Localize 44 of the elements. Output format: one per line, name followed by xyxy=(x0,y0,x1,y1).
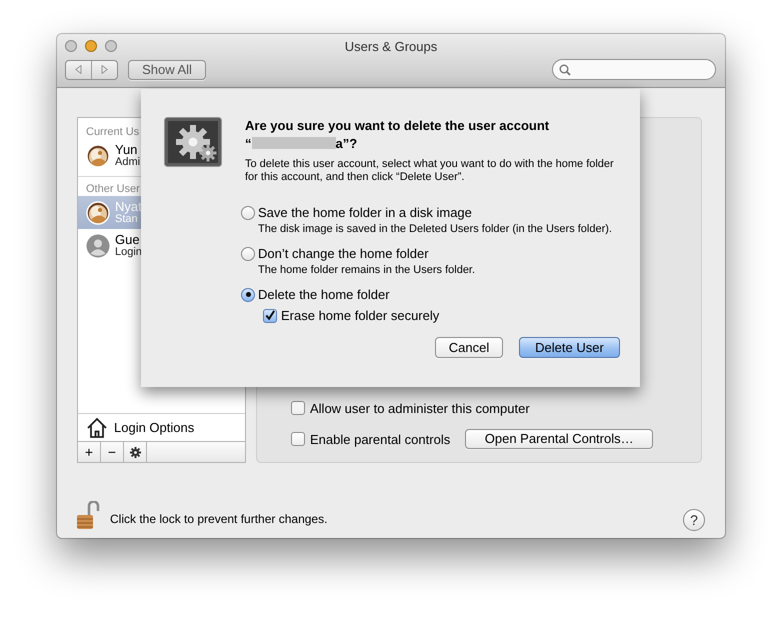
user-name: Gue xyxy=(115,232,141,246)
dialog-message: To delete this user account, select what you want to do with the home folder for this account, and then click “Delete User”. xyxy=(245,158,615,184)
user-role: Stan xyxy=(115,212,138,226)
login-options-label: Login Options xyxy=(114,420,194,435)
dialog-button[interactable]: Delete User xyxy=(519,337,620,358)
help-button[interactable]: ? xyxy=(683,509,705,531)
option-label: Delete the home folder xyxy=(258,287,390,302)
option-label: Don’t change the home folder xyxy=(258,246,429,261)
user-name: Nyat xyxy=(115,200,142,212)
open-parental-controls-button[interactable]: Open Parental Controls… xyxy=(465,429,654,449)
checkbox-label: Enable parental controls xyxy=(310,432,450,446)
option-description: The disk image is saved in the Deleted Users folder (in the Users folder). xyxy=(258,223,613,236)
show-all-button[interactable]: Show All xyxy=(128,60,206,80)
radio-button[interactable] xyxy=(241,206,255,220)
option-description: The home folder remains in the Users folder. xyxy=(258,264,476,277)
add-button[interactable]: + xyxy=(78,442,101,462)
remove-button[interactable]: − xyxy=(101,442,124,462)
radio-button[interactable] xyxy=(241,246,255,260)
dialog-button[interactable]: Cancel xyxy=(435,337,503,358)
open-lock-icon[interactable] xyxy=(76,501,100,531)
forward-icon xyxy=(101,65,108,74)
checkbox[interactable] xyxy=(291,432,305,446)
checkbox[interactable] xyxy=(263,308,277,322)
search-field[interactable] xyxy=(552,59,716,80)
window-title: Users & Groups xyxy=(344,38,438,54)
dialog-title: Are you sure you want to delete the user account “ a”? xyxy=(245,117,550,153)
user-name: Yun xyxy=(115,142,138,156)
option-label: Save the home folder in a disk image xyxy=(258,205,472,220)
gear-icon xyxy=(164,117,222,167)
window-minimize-button[interactable] xyxy=(85,40,97,52)
checkbox-label: Erase home folder securely xyxy=(281,308,440,323)
back-forward-buttons[interactable] xyxy=(65,60,118,80)
back-icon xyxy=(75,65,82,74)
checkbox[interactable] xyxy=(291,401,305,415)
gear-icon xyxy=(128,446,142,458)
checkbox-label: Allow user to administer this computer xyxy=(310,400,530,416)
avatar-icon xyxy=(86,234,110,258)
user-role: Login xyxy=(115,246,142,258)
radio-button[interactable] xyxy=(241,288,255,302)
search-icon xyxy=(559,64,571,76)
house-icon xyxy=(86,416,108,438)
user-role: Admi xyxy=(115,156,140,168)
lock-message: Click the lock to prevent further changes. xyxy=(110,512,328,526)
section-header: Current Us xyxy=(85,125,140,139)
